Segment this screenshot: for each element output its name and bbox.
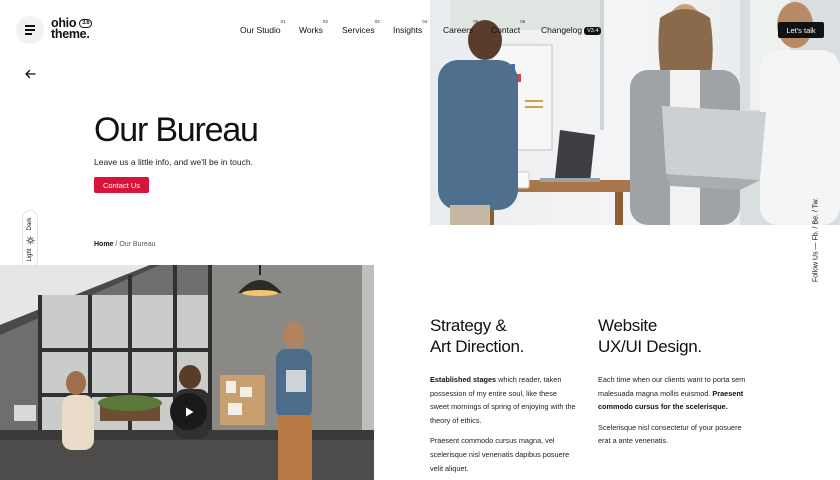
office-photo (0, 265, 374, 480)
arrow-left-icon[interactable] (24, 68, 36, 80)
play-video-button[interactable] (170, 393, 207, 430)
theme-light-label: Light (27, 248, 33, 262)
menu-button[interactable] (16, 16, 44, 44)
nav-item-insights[interactable]: Insights 04 (393, 19, 427, 35)
social-follow-links[interactable]: Follow Us — Fb. / Be. / Tw. (811, 185, 821, 295)
contact-us-button[interactable]: Contact Us (94, 177, 149, 193)
service-description-website: Each time when our clients want to porta… (598, 375, 746, 446)
nav-item-contact[interactable]: Contact 06 (491, 19, 525, 35)
breadcrumb-current: Our Bureau (119, 241, 156, 248)
service-description-strategy: Established stages which reader, taken p… (430, 375, 576, 473)
page-subtitle: Leave us a little info, and we'll be in … (94, 157, 253, 167)
breadcrumb: Home / Our Bureau (94, 241, 156, 248)
play-icon (185, 407, 193, 416)
theme-dark-label: Dark (27, 217, 33, 231)
breadcrumb-separator: / (115, 241, 118, 248)
sun-icon (26, 236, 35, 245)
changelog-link[interactable]: Changelog V3.4 (541, 25, 602, 35)
nav-item-careers[interactable]: Careers 05 (443, 19, 478, 35)
service-title-strategy: Strategy & Art Direction. (430, 316, 525, 356)
nav-item-our-studio[interactable]: Our Studio 01 (240, 19, 286, 35)
nav-item-works[interactable]: Works 02 (299, 19, 328, 35)
service-title-website: Website UX/UI Design. (598, 316, 702, 356)
nav-item-services[interactable]: Services 03 (342, 19, 380, 35)
logo-version-badge: 3.6 (79, 19, 93, 28)
lets-talk-button[interactable]: Let's talk (778, 22, 824, 38)
logo-line2: theme. (51, 27, 90, 41)
page-title: Our Bureau (94, 111, 259, 149)
changelog-version-badge: V3.4 (584, 27, 602, 35)
site-logo[interactable]: ohio theme. 3.6 (51, 17, 93, 41)
breadcrumb-home-link[interactable]: Home (94, 241, 113, 248)
theme-switch[interactable]: Dark Light (22, 210, 38, 268)
hamburger-icon (25, 26, 35, 34)
